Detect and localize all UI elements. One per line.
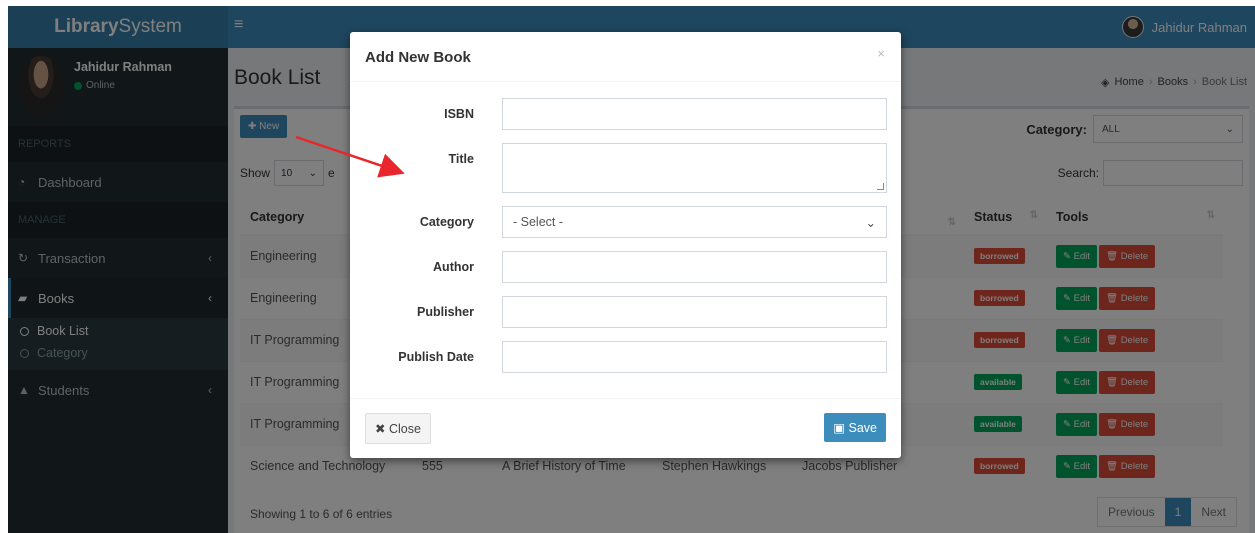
publish-date-label: Publish Date [398, 350, 474, 364]
title-textarea[interactable] [502, 143, 887, 193]
save-button[interactable]: ▣ Save [824, 413, 886, 442]
close-icon: ✖ [375, 422, 386, 436]
isbn-input[interactable] [502, 98, 887, 130]
modal-header: Add New Book × [350, 32, 901, 82]
chevron-down-icon: ⌄ [865, 215, 876, 230]
title-label: Title [448, 152, 474, 166]
save-button-label: Save [848, 421, 878, 435]
author-input[interactable] [502, 251, 887, 283]
publish-date-input[interactable] [502, 341, 887, 373]
resize-handle-icon[interactable] [877, 183, 884, 190]
publisher-input[interactable] [502, 296, 887, 328]
add-book-modal: Add New Book × ISBN Title Category - Sel… [350, 32, 901, 458]
category-label: Category [419, 215, 474, 229]
category-select[interactable]: - Select - ⌄ [502, 206, 887, 238]
publisher-label: Publisher [417, 305, 474, 319]
close-button-label: Close [388, 422, 421, 436]
modal-title: Add New Book [365, 49, 471, 66]
category-select-value: - Select - [513, 215, 564, 229]
close-button[interactable]: ✖ Close [365, 413, 431, 444]
save-icon: ▣ [833, 421, 846, 435]
close-icon[interactable]: × [877, 46, 885, 61]
isbn-label: ISBN [444, 107, 474, 121]
author-label: Author [433, 260, 474, 274]
modal-footer: ✖ Close ▣ Save [350, 398, 901, 458]
